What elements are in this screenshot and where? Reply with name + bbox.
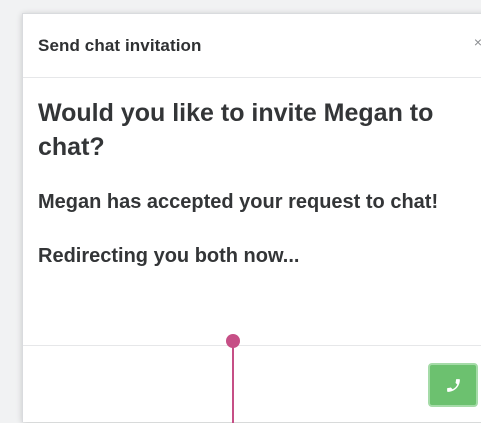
close-button[interactable]: × (471, 32, 481, 52)
pointer-line (232, 342, 234, 423)
dialog-body: Would you like to invite Megan to chat? … (38, 96, 481, 271)
accepted-message: Megan has accepted your request to chat! (38, 191, 439, 213)
pointer-dot (226, 334, 240, 348)
call-button[interactable] (428, 363, 478, 407)
redirect-message: Redirecting you both now... (38, 245, 300, 267)
dialog-footer (23, 345, 481, 422)
dialog-title: Send chat invitation (38, 36, 202, 55)
close-icon: × (473, 34, 481, 50)
screen: Send chat invitation × Would you like to… (0, 0, 481, 423)
invite-question: Would you like to invite Megan to chat? (38, 99, 434, 161)
dialog-header: Send chat invitation × (23, 14, 481, 78)
phone-icon (447, 379, 460, 392)
chat-invitation-dialog: Send chat invitation × Would you like to… (22, 13, 481, 422)
